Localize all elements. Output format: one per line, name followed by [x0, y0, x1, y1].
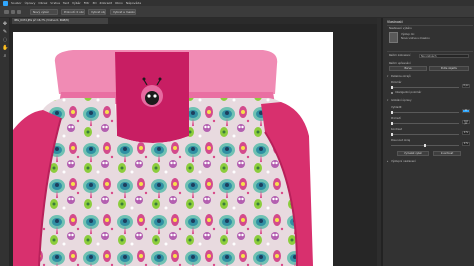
- invert-button[interactable]: Invertovat: [433, 151, 461, 156]
- hand-tool-icon[interactable]: ✋: [2, 45, 8, 51]
- photoshop-logo-icon: [3, 0, 8, 6]
- feather-value[interactable]: 0,0 px: [462, 120, 470, 125]
- shift-edge-label: Posunout okraj: [391, 139, 411, 142]
- properties-panel: Vlastnosti Nastavení výběru Výstup do: N…: [382, 18, 474, 266]
- options-bar: Nový výběr Prolnutí: 0 obr. bodů Vybrat …: [0, 6, 474, 18]
- brush-tool-icon[interactable]: ✎: [2, 29, 8, 35]
- feather-slider-knob[interactable]: [391, 122, 393, 125]
- lasso-tool-icon[interactable]: [4, 10, 9, 14]
- mask-thumbnail[interactable]: [389, 32, 398, 43]
- output-to-value: Nová vrstva s maskou: [401, 37, 430, 40]
- radius-value[interactable]: 0 px: [462, 84, 470, 88]
- refine-color-button[interactable]: Barva: [389, 66, 427, 71]
- add-selection-icon[interactable]: [17, 10, 21, 14]
- photoshop-window: Soubor Úpravy Obraz Vrstva Text Výběr Fi…: [0, 0, 474, 266]
- divider: [387, 25, 473, 26]
- clear-selection-button[interactable]: Vymazat výběr: [397, 151, 429, 156]
- move-tool-icon[interactable]: ✥: [2, 21, 8, 27]
- feather-field[interactable]: Prolnutí: 0 obr. bodů: [61, 9, 85, 15]
- feather-label: Prolnutí: [391, 117, 401, 120]
- mode-dropdown[interactable]: Nový výběr: [30, 9, 58, 15]
- shift-edge-slider-knob[interactable]: [424, 144, 426, 147]
- select-and-mask-button[interactable]: Vybrat a maskovat...: [110, 9, 136, 15]
- select-subject-button[interactable]: Vybrat objekt: [88, 9, 106, 15]
- smart-radius-label: Inteligentní poloměr: [395, 91, 422, 94]
- contrast-slider-knob[interactable]: [391, 133, 393, 136]
- view-mode-value: Na vrstvách: [421, 54, 437, 58]
- output-to-label: Výstup do:: [401, 33, 415, 36]
- section-label: Nastavení výběru: [389, 27, 412, 30]
- smooth-value[interactable]: 0: [462, 109, 470, 113]
- global-refine-label[interactable]: Globální úpravy: [391, 99, 411, 102]
- radius-slider-knob[interactable]: [391, 86, 393, 89]
- contrast-slider[interactable]: [391, 134, 459, 135]
- canvas-area[interactable]: [10, 24, 377, 266]
- zoom-tool-icon[interactable]: ⌕: [2, 53, 8, 59]
- lasso-tool-icon[interactable]: ◌: [2, 37, 8, 43]
- smooth-slider-knob[interactable]: [391, 111, 393, 114]
- feather-slider[interactable]: [391, 123, 459, 124]
- smart-radius-checkbox[interactable]: [391, 92, 393, 94]
- panel-title: Vlastnosti: [387, 20, 403, 24]
- smooth-label: Vyhladit: [391, 106, 402, 109]
- tools-panel: ✥ ✎ ◌ ✋ ⌕: [0, 18, 10, 266]
- refine-mode-label: Režim upřesnění: [389, 62, 411, 65]
- contrast-label: Kontrast: [391, 128, 402, 131]
- divider: [387, 51, 473, 52]
- radius-slider[interactable]: [391, 87, 459, 88]
- new-selection-icon[interactable]: [11, 10, 15, 14]
- contrast-value[interactable]: 0 %: [462, 131, 470, 135]
- edge-detection-label[interactable]: Detekce okrajů: [391, 75, 411, 78]
- refine-object-button[interactable]: Podle objektu: [429, 66, 469, 71]
- shift-edge-value[interactable]: 0 %: [462, 142, 470, 146]
- document-canvas[interactable]: [13, 32, 333, 266]
- garment-image: [13, 50, 313, 266]
- view-mode-label: Režim zobrazení: [389, 54, 411, 57]
- smooth-slider[interactable]: [391, 112, 459, 113]
- output-settings-label[interactable]: Výstupní nastavení: [391, 160, 416, 163]
- radius-label: Poloměr: [391, 81, 402, 84]
